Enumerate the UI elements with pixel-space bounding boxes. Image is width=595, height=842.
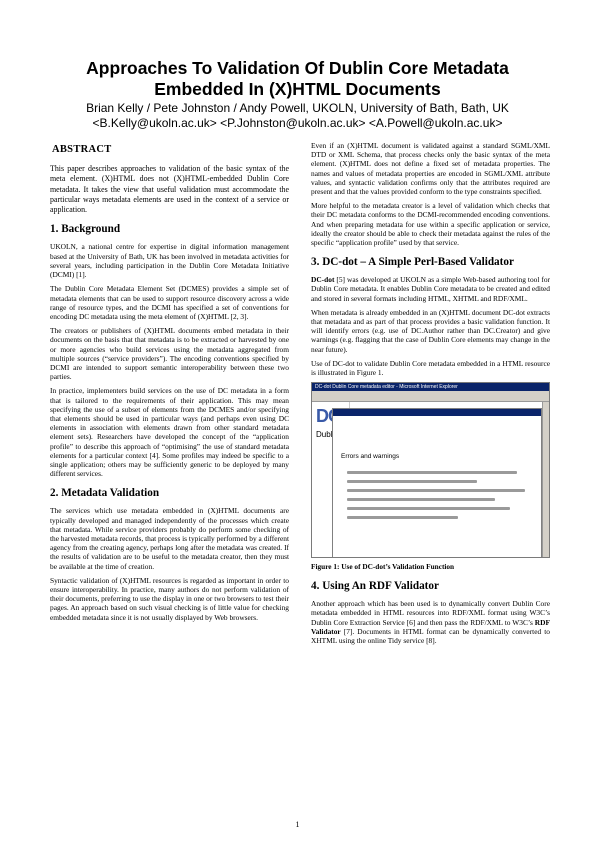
figure-dialog-window: Errors and warnings — [332, 408, 542, 558]
figure-warning-line — [347, 480, 477, 484]
figure-warning-line — [347, 507, 510, 511]
abstract-text: This paper describes approaches to valid… — [50, 164, 289, 215]
figure-page-area: DC Dublin Errors and warnings — [312, 402, 549, 558]
validation-paragraph-3: Even if an (X)HTML document is validated… — [311, 141, 550, 197]
dcdot-paragraph-1: DC-dot [5] was developed at UKOLN as a s… — [311, 275, 550, 303]
figure-warning-line — [347, 516, 458, 520]
figure-dialog-heading: Errors and warnings — [341, 453, 400, 461]
abstract-heading: ABSTRACT — [52, 144, 112, 155]
left-column: ABSTRACT This paper describes approaches… — [50, 141, 289, 627]
background-paragraph-2: The Dublin Core Metadata Element Set (DC… — [50, 284, 289, 321]
figure-warning-list — [347, 471, 532, 525]
figure-warning-line — [347, 471, 518, 475]
dcdot-term: DC-dot — [311, 275, 335, 285]
rdf-paragraph-text-b: [7]. Documents in HTML format can be dyn… — [311, 626, 550, 646]
dcdot-paragraph-1-text: [5] was developed at UKOLN as a simple W… — [311, 275, 550, 303]
title-line-2: Embedded In (X)HTML Documents — [154, 79, 441, 99]
figure-screenshot: DC-dot Dublin Core metadata editor - Mic… — [311, 382, 550, 559]
page-number: 1 — [295, 820, 300, 829]
validation-paragraph-4: More helpful to the metadata creator is … — [311, 201, 550, 248]
rdf-paragraph-1: Another approach which has been used is … — [311, 599, 550, 645]
dcdot-paragraph-3: Use of DC-dot to validate Dublin Core me… — [311, 358, 550, 378]
section-dcdot-heading: 3. DC-dot – A Simple Perl-Based Validato… — [311, 256, 514, 269]
rdf-paragraph-text-a: Another approach which has been used is … — [311, 599, 550, 627]
figure-warning-line — [347, 498, 495, 502]
figure-window-titlebar: DC-dot Dublin Core metadata editor - Mic… — [312, 383, 549, 392]
section-validation-heading: 2. Metadata Validation — [50, 487, 160, 500]
dcdot-paragraph-2: When metadata is already embedded in an … — [311, 307, 550, 354]
author-names: Brian Kelly / Pete Johnston / Andy Powel… — [86, 101, 509, 115]
validation-paragraph-1: The services which use metadata embedded… — [50, 506, 289, 571]
paper-title: Approaches To Validation Of Dublin Core … — [40, 58, 555, 100]
figure-caption: Figure 1: Use of DC-dot’s Validation Fun… — [311, 562, 455, 572]
figure-dialog-titlebar — [333, 409, 541, 417]
author-emails: <B.Kelly@ukoln.ac.uk> <P.Johnston@ukoln.… — [92, 116, 503, 130]
section-rdf-heading: 4. Using An RDF Validator — [311, 580, 439, 593]
title-line-1: Approaches To Validation Of Dublin Core … — [86, 58, 509, 78]
right-column: Even if an (X)HTML document is validated… — [311, 141, 550, 650]
figure-scrollbar — [542, 402, 549, 558]
background-paragraph-1: UKOLN, a national centre for expertise i… — [50, 242, 289, 280]
figure-toolbar — [312, 391, 549, 403]
background-paragraph-4: In practice, implementers build services… — [50, 386, 289, 479]
background-paragraph-3: The creators or publishers of (X)HTML do… — [50, 326, 289, 382]
validation-paragraph-2: Syntactic validation of (X)HTML resource… — [50, 575, 289, 622]
section-background-heading: 1. Background — [50, 223, 121, 236]
author-block: Brian Kelly / Pete Johnston / Andy Powel… — [40, 101, 555, 131]
figure-warning-line — [347, 489, 525, 493]
